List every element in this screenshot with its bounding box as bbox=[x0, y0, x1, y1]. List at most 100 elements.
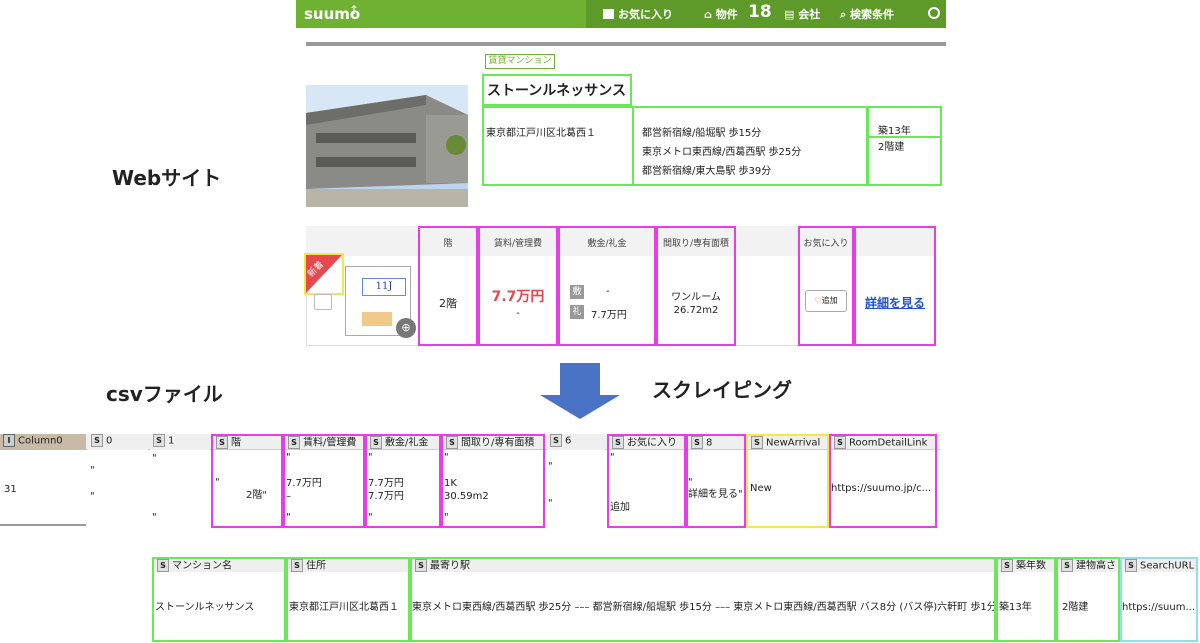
csv1-quote-mark: " bbox=[548, 461, 553, 472]
station-item: 東京メトロ東西線/西葛西駅 歩25分 bbox=[642, 147, 802, 158]
csv1-fav-value: 追加 bbox=[610, 502, 630, 513]
floor-value: 2階 bbox=[439, 297, 457, 310]
string-type-icon: S bbox=[834, 436, 846, 449]
csv2-height-value: 2階建 bbox=[1062, 602, 1089, 613]
csv2-header-label: SearchURL bbox=[1140, 560, 1195, 572]
down-arrow-head bbox=[540, 395, 620, 419]
csv2-header-label: 住所 bbox=[306, 560, 326, 572]
building-name[interactable]: ストーンルネッサンス bbox=[487, 80, 626, 100]
csv1-header-label: 賃料/管理費 bbox=[303, 437, 357, 449]
csv2-header-label: マンション名 bbox=[172, 560, 232, 572]
csv1-floor-value: 2階" bbox=[246, 490, 267, 501]
history-icon[interactable] bbox=[928, 7, 940, 19]
csv1-header-label: 8 bbox=[706, 437, 713, 449]
building-age: 築13年 bbox=[878, 126, 911, 137]
int-type-icon: I bbox=[3, 434, 15, 447]
favorites-nav-label: お気に入り bbox=[618, 8, 673, 21]
csv1-header-fav[interactable]: S お気に入り bbox=[609, 436, 684, 449]
select-checkbox[interactable] bbox=[314, 294, 332, 310]
company-icon: ▤ bbox=[784, 8, 795, 21]
csv1-header-label: お気に入り bbox=[627, 437, 677, 449]
csv1-deposit-value: 7.7万円 7.7万円 bbox=[368, 478, 404, 502]
string-type-icon: S bbox=[91, 434, 103, 447]
string-type-icon: S bbox=[691, 436, 703, 449]
property-type-tag: 賃貸マンション bbox=[485, 54, 555, 69]
zoom-icon[interactable]: ⊕ bbox=[396, 318, 416, 338]
csv1-header-label: 間取り/専有面積 bbox=[461, 437, 535, 449]
csv1-header-label: 階 bbox=[231, 437, 241, 449]
website-label: Webサイト bbox=[112, 166, 222, 190]
header-floor: 階 bbox=[443, 239, 453, 249]
csv2-header-age[interactable]: S 築年数 bbox=[998, 559, 1054, 572]
csv1-link-value[interactable]: https://suumo.jp/c... bbox=[831, 482, 935, 495]
csv1-header-6[interactable]: S6 bbox=[547, 434, 605, 450]
csv1-header-0[interactable]: S0 bbox=[88, 434, 148, 450]
csv1-header-1[interactable]: S1 bbox=[150, 434, 210, 450]
csv1-header-floor[interactable]: S階 bbox=[213, 436, 281, 449]
csv2-header-name[interactable]: S マンション名 bbox=[154, 559, 284, 572]
add-favorite-button[interactable]: ♡追加 bbox=[805, 290, 847, 312]
csv1-quote-mark: " bbox=[286, 512, 291, 523]
stations-list: 都営新宿線/船堀駅 歩15分 東京メトロ東西線/西葛西駅 歩25分 都営新宿線/… bbox=[642, 124, 801, 181]
csv2-name-value: ストーンルネッサンス bbox=[155, 602, 255, 613]
string-type-icon: S bbox=[550, 434, 562, 447]
string-type-icon: S bbox=[153, 434, 165, 447]
properties-nav-label: 物件 bbox=[715, 8, 738, 21]
header-favorite: お気に入り bbox=[803, 239, 849, 249]
address-box bbox=[482, 106, 634, 186]
csv2-header-height[interactable]: S 建物高さ bbox=[1058, 559, 1118, 572]
csv1-quote-mark: " bbox=[368, 452, 373, 463]
properties-nav[interactable]: ⌂ 物件 bbox=[704, 6, 738, 22]
station-item: 都営新宿線/東大島駅 歩39分 bbox=[642, 166, 772, 177]
csv2-header-address[interactable]: S 住所 bbox=[288, 559, 408, 572]
csv1-header-label: 0 bbox=[106, 435, 113, 447]
csv2-url-value[interactable]: https://suum... bbox=[1122, 601, 1196, 614]
string-type-icon: S bbox=[157, 559, 169, 572]
csv1-quote-mark: " bbox=[548, 498, 553, 509]
rent-value: 7.7万円 bbox=[491, 289, 545, 305]
csv1-header-label: Column0 bbox=[18, 435, 63, 447]
detail-link[interactable]: 詳細を見る bbox=[854, 294, 936, 311]
csv1-quote-mark: " bbox=[368, 512, 373, 523]
csv1-layout-value: 1K 30.59m2 bbox=[444, 478, 489, 502]
string-type-icon: S bbox=[446, 436, 458, 449]
csv1-quote-mark: " bbox=[610, 452, 615, 463]
header-layout: 間取り/専有面積 bbox=[662, 239, 730, 249]
csv-label: csvファイル bbox=[106, 382, 223, 406]
csv1-header-deposit[interactable]: S 敷金/礼金 bbox=[367, 436, 439, 449]
csv1-quote-mark: " bbox=[152, 512, 157, 523]
csv1-index-value: 31 bbox=[4, 484, 17, 495]
csv1-header-label: NewArrival bbox=[766, 437, 821, 449]
search-conditions-nav[interactable]: ⌕ 検索条件 bbox=[840, 6, 894, 22]
csv1-quote-mark: " bbox=[90, 465, 95, 476]
company-nav[interactable]: ▤ 会社 bbox=[784, 6, 820, 22]
header-deposit: 敷金/礼金 bbox=[587, 239, 627, 249]
logo-arrow-icon: ↑ bbox=[349, 3, 360, 17]
csv1-detail-value: 詳細を見る" bbox=[688, 489, 743, 500]
csv1-header-label: 1 bbox=[168, 435, 175, 447]
company-nav-label: 会社 bbox=[798, 8, 821, 21]
address: 東京都江戸川区北葛西１ bbox=[486, 128, 596, 139]
string-type-icon: S bbox=[1001, 559, 1013, 572]
csv1-header-layout[interactable]: S 間取り/専有面積 bbox=[443, 436, 543, 449]
building-photo[interactable] bbox=[306, 85, 468, 207]
csv2-header-stations[interactable]: S 最寄り駅 bbox=[412, 559, 994, 572]
csv1-header-rent[interactable]: S 賃料/管理費 bbox=[285, 436, 363, 449]
area-value: 26.72m2 bbox=[673, 305, 719, 316]
mgmt-fee-value: - bbox=[516, 308, 520, 319]
string-type-icon: S bbox=[612, 436, 624, 449]
csv2-age-value: 築13年 bbox=[999, 602, 1032, 613]
csv2-header-label: 築年数 bbox=[1016, 560, 1046, 572]
csv1-header-roomdetaillink[interactable]: S RoomDetailLink bbox=[831, 436, 935, 449]
csv1-header-newarrival[interactable]: S NewArrival bbox=[748, 436, 827, 449]
csv2-header-searchurl[interactable]: S SearchURL bbox=[1122, 559, 1196, 572]
add-favorite-label: 追加 bbox=[821, 296, 838, 305]
csv1-row-divider bbox=[0, 524, 86, 526]
csv1-header-column0[interactable]: I Column0 bbox=[0, 434, 86, 450]
string-type-icon: S bbox=[751, 436, 763, 449]
layout-value: ワンルーム bbox=[671, 292, 721, 303]
csv1-quote-mark: " bbox=[215, 477, 220, 488]
string-type-icon: S bbox=[216, 436, 228, 449]
csv1-header-8[interactable]: S8 bbox=[688, 436, 744, 449]
favorites-nav[interactable]: お気に入り bbox=[603, 6, 673, 22]
